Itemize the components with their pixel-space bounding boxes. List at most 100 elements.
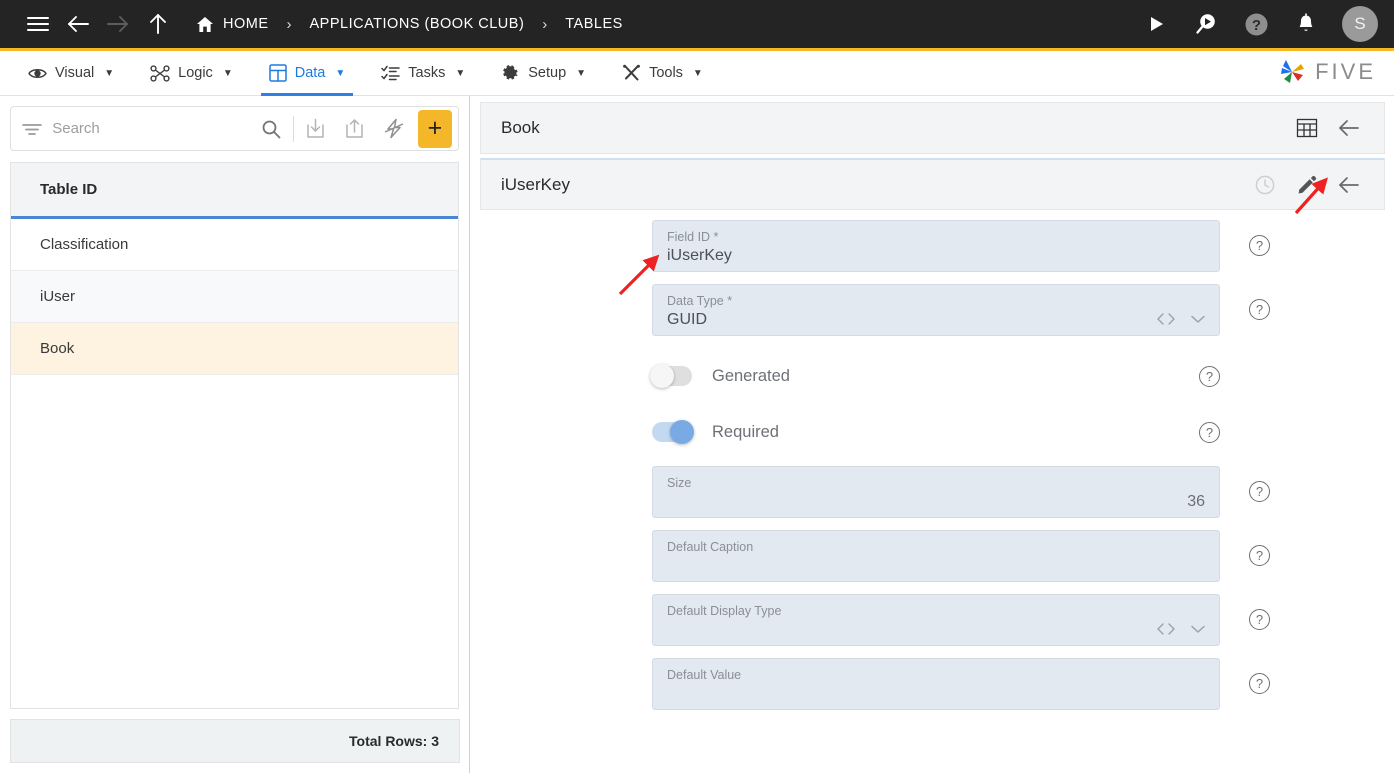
form-row-data-type: Data Type * GUID ? [652,284,1394,336]
table-row-selected[interactable]: Book [11,323,458,375]
breadcrumb-separator-1: › [286,15,292,33]
help-icon[interactable]: ? [1249,235,1270,256]
menu-item-setup[interactable]: Setup ▼ [487,51,600,96]
generated-toggle[interactable] [650,364,692,388]
bell-icon[interactable] [1284,0,1328,48]
required-toggle[interactable] [652,420,694,444]
task-list-icon [381,65,401,82]
code-brackets-icon[interactable] [1156,312,1176,326]
table-column-header[interactable]: Table ID [11,163,458,219]
record-title: iUserKey [501,174,570,194]
size-input[interactable]: Size 36 [652,466,1220,518]
form-row-required: Required ? [652,404,1220,460]
arrow-left-icon[interactable] [58,0,98,48]
panel-header-record: iUserKey [480,158,1385,210]
table-row-label: Book [40,340,75,357]
tables-sidebar: + Table ID Classification iUser Book Tot… [0,96,470,773]
breadcrumb-item-home[interactable]: HOME [192,0,273,48]
field-label: Field ID * [667,230,719,244]
menu-item-tools[interactable]: Tools ▼ [608,51,717,96]
topbar-left-group: HOME › APPLICATIONS (BOOK CLUB) › TABLES [0,0,627,48]
breadcrumb-item-applications[interactable]: APPLICATIONS (BOOK CLUB) [306,0,529,48]
field-value [667,557,1205,575]
field-value: iUserKey [667,247,732,264]
import-icon[interactable] [296,107,335,151]
menu-label-setup: Setup [528,65,567,81]
chevron-down-icon: ▼ [335,67,346,79]
table-row-label: Classification [40,236,129,253]
column-header-label: Table ID [40,181,98,198]
field-label: Default Display Type [667,604,782,618]
breadcrumb-item-tables[interactable]: TABLES [561,0,627,48]
data-type-select[interactable]: Data Type * GUID [652,284,1220,336]
menu-item-tasks[interactable]: Tasks ▼ [367,51,479,96]
application-window: HOME › APPLICATIONS (BOOK CLUB) › TABLES [0,0,1394,773]
field-properties-form: Field ID * iUserKey ? Data Type * GUID ?… [471,220,1394,722]
chevron-down-icon[interactable] [1190,313,1206,325]
avatar[interactable]: S [1342,6,1378,42]
default-display-type-select[interactable]: Default Display Type [652,594,1220,646]
add-button[interactable]: + [417,109,452,148]
module-menu-bar: Visual ▼ Logic ▼ Data ▼ Tasks ▼ Setup ▼ … [0,48,1394,96]
help-icon[interactable]: ? [1249,673,1270,694]
field-adornments [1156,622,1206,636]
form-row-field-id: Field ID * iUserKey ? [652,220,1394,272]
table-row[interactable]: Classification [11,219,458,271]
help-icon[interactable]: ? [1249,609,1270,630]
five-pinwheel-icon [1277,57,1307,87]
chevron-down-icon: ▼ [222,67,233,79]
page-title: Book [501,118,540,137]
form-row-size: Size 36 ? [652,466,1394,518]
form-row-default-caption: Default Caption ? [652,530,1394,582]
menu-item-visual[interactable]: Visual ▼ [14,51,128,96]
arrow-right-icon[interactable] [98,0,138,48]
code-brackets-icon[interactable] [1156,622,1176,636]
help-icon[interactable]: ? [1199,365,1220,387]
help-icon[interactable]: ? [1234,0,1278,48]
grid-icon [268,64,287,82]
field-label: Default Value [667,668,742,682]
chevron-down-icon[interactable] [1190,623,1206,635]
arrow-up-icon[interactable] [138,0,178,48]
back-arrow-icon[interactable] [1328,107,1370,149]
lightning-icon[interactable] [374,107,413,151]
edit-pencil-icon[interactable] [1286,164,1328,206]
breadcrumb-label-applications: APPLICATIONS (BOOK CLUB) [309,16,525,32]
brand-text: FIVE [1315,59,1376,84]
filter-icon[interactable] [11,122,52,136]
form-row-default-value: Default Value ? [652,658,1394,710]
menu-label-tools: Tools [649,65,683,81]
search-input[interactable] [52,120,252,137]
back-arrow-icon[interactable] [1328,164,1370,206]
tables-list: Table ID Classification iUser Book [10,162,459,709]
breadcrumb-label-home: HOME [223,16,269,32]
field-id-input[interactable]: Field ID * iUserKey [652,220,1220,272]
menu-item-logic[interactable]: Logic ▼ [136,51,247,96]
toggle-knob [670,420,694,444]
hamburger-icon[interactable] [18,0,58,48]
help-icon[interactable]: ? [1249,545,1270,566]
grid-table-icon[interactable] [1286,107,1328,149]
field-label: Size [667,476,692,490]
menu-label-visual: Visual [55,65,95,81]
top-navigation-bar: HOME › APPLICATIONS (BOOK CLUB) › TABLES [0,0,1394,48]
detail-panel: Book iUserKey Field ID * iUserKey ? Data… [471,96,1394,773]
table-row[interactable]: iUser [11,271,458,323]
form-row-default-display-type: Default Display Type ? [652,594,1394,646]
search-icon[interactable] [251,107,290,151]
help-icon[interactable]: ? [1249,481,1270,502]
help-icon[interactable]: ? [1249,299,1270,320]
search-run-icon[interactable] [1184,0,1228,48]
menu-label-logic: Logic [178,65,213,81]
field-label: Default Caption [667,540,754,554]
export-icon[interactable] [335,107,374,151]
home-icon [196,16,214,33]
menu-item-data[interactable]: Data ▼ [255,51,360,96]
history-clock-icon[interactable] [1244,164,1286,206]
field-value: GUID [667,311,707,328]
default-caption-input[interactable]: Default Caption [652,530,1220,582]
breadcrumb-label-tables: TABLES [565,16,623,32]
default-value-input[interactable]: Default Value [652,658,1220,710]
run-icon[interactable] [1134,0,1178,48]
help-icon[interactable]: ? [1199,421,1220,443]
